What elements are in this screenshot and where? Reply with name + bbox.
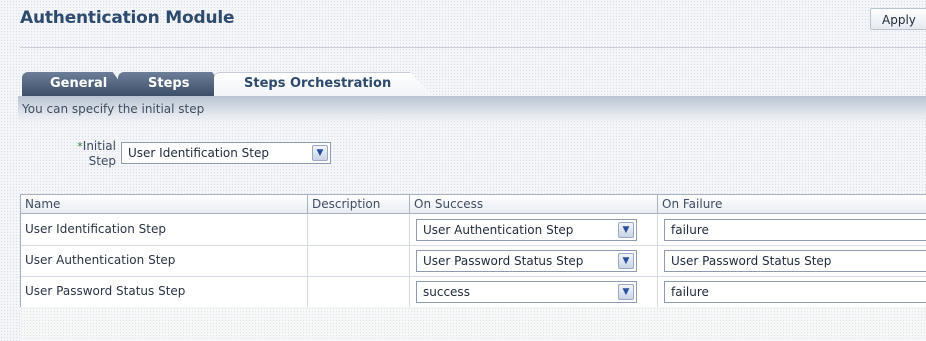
header-divider [20, 47, 926, 48]
description-cell [308, 214, 410, 245]
tab-label: Steps Orchestration [244, 76, 392, 91]
on-failure-cell: failure [658, 214, 926, 245]
chevron-down-icon[interactable]: ▼ [618, 222, 634, 238]
initial-step-label-line2: Step [88, 154, 116, 168]
on-success-value: User Authentication Step [423, 223, 574, 237]
tab-label: Steps [148, 76, 190, 91]
column-header-name[interactable]: Name [21, 195, 308, 213]
table-row: User Authentication Step User Password S… [21, 245, 926, 277]
on-success-select[interactable]: User Password Status Step ▼ [416, 250, 637, 272]
tab-general[interactable]: General [22, 72, 130, 96]
on-failure-cell: failure [658, 276, 926, 307]
tab-steps-orchestration[interactable]: Steps Orchestration [214, 72, 434, 97]
page-header: Authentication Module Apply [0, 0, 926, 40]
table-empty-area [20, 307, 926, 341]
on-success-cell: User Authentication Step ▼ [410, 214, 658, 245]
page-title: Authentication Module [20, 8, 235, 28]
on-failure-input[interactable]: failure [664, 281, 926, 303]
info-text: You can specify the initial step [22, 102, 205, 116]
on-success-select[interactable]: User Authentication Step ▼ [416, 219, 637, 241]
table-header: Name Description On Success On Failure [21, 195, 926, 214]
chevron-down-icon[interactable]: ▼ [618, 284, 634, 300]
table-row: User Password Status Step success ▼ fail… [21, 276, 926, 308]
on-success-value: success [423, 285, 470, 299]
initial-step-select[interactable]: User Identification Step ▼ [121, 142, 331, 164]
steps-table: Name Description On Success On Failure U… [20, 194, 926, 308]
initial-step-label: *Initial Step [64, 139, 116, 169]
chevron-down-icon[interactable]: ▼ [618, 253, 634, 269]
on-success-cell: User Password Status Step ▼ [410, 245, 658, 276]
apply-button[interactable]: Apply [870, 8, 926, 30]
chevron-down-icon[interactable]: ▼ [312, 145, 328, 161]
on-success-cell: success ▼ [410, 276, 658, 307]
on-failure-cell: User Password Status Step [658, 245, 926, 276]
column-header-description[interactable]: Description [308, 195, 410, 213]
name-cell: User Identification Step [21, 214, 308, 245]
on-failure-input[interactable]: failure [664, 219, 926, 241]
table-row: User Identification Step User Authentica… [21, 214, 926, 246]
step-name: User Password Status Step [25, 284, 186, 298]
column-header-on-success[interactable]: On Success [410, 195, 658, 213]
name-cell: User Authentication Step [21, 245, 308, 276]
initial-step-label-line1: Initial [82, 139, 116, 153]
on-failure-input[interactable]: User Password Status Step [664, 250, 926, 272]
description-cell [308, 245, 410, 276]
on-success-select[interactable]: success ▼ [416, 281, 637, 303]
name-cell: User Password Status Step [21, 276, 308, 307]
initial-step-value: User Identification Step [128, 146, 269, 160]
step-name: User Authentication Step [25, 253, 176, 267]
tab-label: General [50, 76, 108, 91]
step-name: User Identification Step [25, 222, 166, 236]
column-header-on-failure[interactable]: On Failure [658, 195, 926, 213]
description-cell [308, 276, 410, 307]
on-success-value: User Password Status Step [423, 254, 584, 268]
